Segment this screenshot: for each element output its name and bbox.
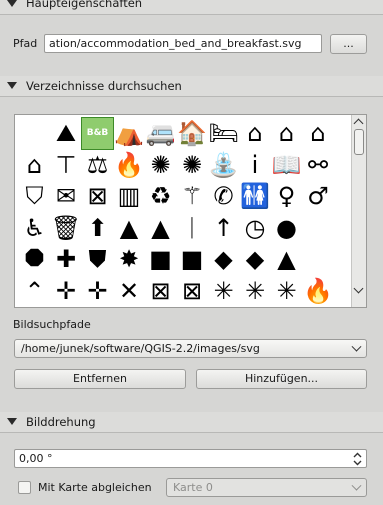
wc-male-icon[interactable]: ♂ [303,181,334,212]
cross-green-icon[interactable]: ✛ [82,276,113,307]
house-icon[interactable]: ⌂ [240,118,271,149]
svg-icon-list[interactable]: ⛰ B&B ⛺ 🚐 🏠 🛏 ⌂ ⌂ ⌂ ⌂ ⊤ ⚖ 🔥 ✺ ✺ ⛲ i 📖 ⚯ ⛉ ✉ ⊠ ▥ ♻ ⚚ ✆ 🚻 ♀ ♂ ♿ 🗑 ⬆ ▲ ▲ ᛁ ↑ ◷ ●… [14,114,367,308]
octagon-icon[interactable]: ⯃ [19,244,50,275]
section-title: Haupteigenschaften [26,0,143,10]
scroll-down-icon[interactable] [353,283,364,294]
browse-button[interactable]: ... [330,34,367,54]
cross-dot-icon[interactable]: ✛ [51,276,82,307]
wc-icon[interactable]: ♿ [19,213,50,244]
collapse-arrow-icon[interactable] [7,0,17,7]
shield-icon[interactable]: ⛊ [82,244,113,275]
search-path-select[interactable]: /home/junek/software/QGIS-2.2/images/svg [14,339,367,358]
map-select-value: Karte 0 [173,481,213,494]
needle-icon[interactable]: ᛁ [177,213,208,244]
asterisk-blue-icon[interactable]: ✳ [240,276,271,307]
caravan-icon[interactable]: 🚐 [145,118,176,149]
x-box-icon[interactable]: ⊠ [145,276,176,307]
camping-tent-icon[interactable]: ⛺ [114,118,145,149]
asterisk-red-icon[interactable]: ✳ [271,276,302,307]
triangle-filled-icon[interactable]: ▲ [271,244,302,275]
square-2-icon[interactable]: ■ [177,244,208,275]
prison-icon[interactable]: ▥ [114,181,145,212]
search-paths-label: Bildsuchpfade [13,318,91,331]
info-icon[interactable]: i [240,150,271,181]
chalet-icon[interactable]: ⌂ [271,118,302,149]
house-bed-icon[interactable]: 🏠 [177,118,208,149]
handcuffs-icon[interactable]: ⚯ [303,150,334,181]
toilets-icon[interactable]: 🚻 [240,181,271,212]
arrow-up-thin-icon[interactable]: ↑ [208,213,239,244]
asterisk-icon[interactable]: ✳ [208,276,239,307]
fire-station-2-icon[interactable]: ✺ [177,150,208,181]
houses-icon[interactable]: ⌂ [19,150,50,181]
section-title: Bilddrehung [26,415,96,429]
section-title: Verzeichnisse durchsuchen [26,79,182,93]
wc-female-icon[interactable]: ♀ [271,181,302,212]
bench-icon[interactable]: ⊤ [51,150,82,181]
chevron-down-icon [351,480,362,491]
rotation-spinbox[interactable]: 0,00 ° [14,449,367,468]
hiker-icon[interactable]: ⛰ [51,118,82,149]
line-icon[interactable]: ⌃ [19,276,50,307]
post-icon[interactable]: ⊠ [82,181,113,212]
cross-patch-icon[interactable]: ✚ [51,244,82,275]
path-input[interactable]: ation/accommodation_bed_and_breakfast.sv… [44,34,322,53]
remove-path-button[interactable]: Entfernen [14,369,186,389]
scroll-up-icon[interactable] [353,118,364,129]
section-browse-folders[interactable]: Verzeichnisse durchsuchen [0,76,383,97]
compass-circle-icon[interactable]: ◷ [240,213,271,244]
arrow-up-sharp-icon[interactable]: ▲ [145,213,176,244]
waste-basket-icon[interactable]: 🗑 [51,213,82,244]
sync-map-label[interactable]: Mit Karte abgleichen [38,481,152,494]
fountain-icon[interactable]: ⛲ [208,150,239,181]
book-icon[interactable]: 📖 [271,150,302,181]
square-icon[interactable]: ■ [145,244,176,275]
arrow-up-icon[interactable]: ⬆ [82,213,113,244]
bed-and-breakfast-icon[interactable]: B&B [81,117,114,150]
recycling-icon[interactable]: ♻ [145,181,176,212]
map-select[interactable]: Karte 0 [166,478,367,497]
survey-point-icon[interactable]: ⚚ [177,181,208,212]
path-label: Pfad [13,37,38,50]
spin-arrows-icon[interactable] [353,452,362,466]
section-image-rotation[interactable]: Bilddrehung [0,412,383,433]
fire-icon[interactable]: 🔥 [114,150,145,181]
chevron-down-icon [351,341,362,352]
telephone-icon[interactable]: ✆ [208,181,239,212]
vertical-scrollbar[interactable] [351,115,366,307]
x-red-box-icon[interactable]: ⊠ [177,276,208,307]
section-main-properties[interactable]: Haupteigenschaften [0,0,383,15]
bed-icon[interactable]: 🛏 [208,118,239,149]
star-icon[interactable]: ✸ [114,244,145,275]
triangle-icon[interactable]: ▲ [114,213,145,244]
scales-icon[interactable]: ⚖ [82,150,113,181]
rotation-value: 0,00 ° [19,452,53,465]
collapse-arrow-icon[interactable] [7,418,17,425]
add-path-button[interactable]: Hinzufügen... [196,369,367,389]
fire-station-icon[interactable]: ✺ [145,150,176,181]
diamond-icon[interactable]: ◆ [208,244,239,275]
sync-map-checkbox[interactable] [18,481,31,494]
search-path-value: /home/junek/software/QGIS-2.2/images/svg [21,342,260,355]
filled-circle-icon[interactable]: ● [271,213,302,244]
shelter-icon[interactable]: ⌂ [303,118,334,149]
police-badge-icon[interactable]: ⛉ [19,181,50,212]
collapse-arrow-icon[interactable] [7,82,17,89]
scrollbar-thumb[interactable] [354,129,364,155]
flame-icon[interactable]: 🔥 [303,276,334,307]
x-icon[interactable]: ✕ [114,276,145,307]
diamond-2-icon[interactable]: ◆ [240,244,271,275]
post-envelope-icon[interactable]: ✉ [51,181,82,212]
